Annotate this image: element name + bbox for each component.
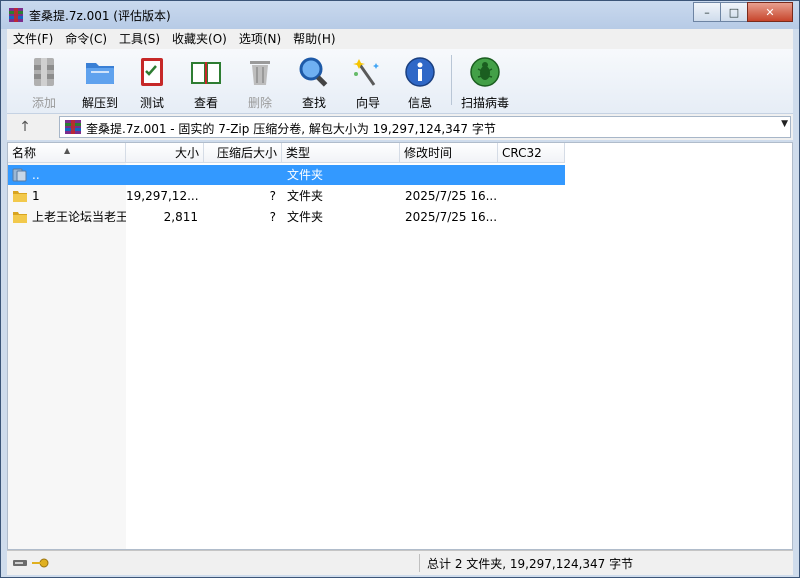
extract-to-button[interactable]: 解压到 (73, 53, 127, 111)
column-header-type[interactable]: 类型 (282, 143, 400, 163)
row-modified: 2025/7/25 16... (405, 210, 497, 224)
close-button[interactable]: ✕ (747, 2, 793, 22)
row-crc (503, 207, 563, 227)
dropdown-arrow-icon[interactable]: ▼ (781, 119, 788, 129)
window-controls: – □ ✕ (693, 2, 793, 22)
column-name-label: 名称 (12, 146, 37, 160)
maximize-button[interactable]: □ (720, 2, 748, 22)
menu-help[interactable]: 帮助(H) (287, 29, 341, 49)
extract-to-label: 解压到 (81, 96, 118, 110)
wizard-wand-icon (353, 59, 379, 86)
info-label: 信息 (407, 96, 432, 110)
table-row[interactable]: 1 19,297,12... ? 文件夹 2025/7/25 16... (8, 186, 565, 206)
row-type: 文件夹 (287, 168, 324, 182)
test-label: 测试 (139, 96, 164, 110)
address-bar: ↑ 奎桑提.7z.001 - 固实的 7-Zip 压缩分卷, 解包大小为 19,… (7, 114, 793, 140)
status-bar: 总计 2 文件夹, 19,297,124,347 字节 (7, 550, 793, 575)
menu-options[interactable]: 选项(N) (233, 29, 287, 49)
virus-scan-icon (470, 57, 500, 87)
window-title: 奎桑提.7z.001 (评估版本) (29, 9, 171, 23)
title-bar[interactable]: 奎桑提.7z.001 (评估版本) – □ ✕ (1, 1, 799, 29)
info-icon (405, 57, 435, 87)
status-summary: 总计 2 文件夹, 19,297,124,347 字节 (427, 557, 634, 571)
menu-file[interactable]: 文件(F) (7, 29, 59, 49)
row-size (126, 165, 198, 185)
row-packed: ? (269, 210, 276, 224)
list-header: 名称 ▲ 大小 压缩后大小 类型 修改时间 CRC32 (8, 143, 565, 163)
add-label: 添加 (31, 96, 56, 110)
column-header-modified[interactable]: 修改时间 (400, 143, 498, 163)
view-book-icon (191, 62, 221, 84)
row-modified: 2025/7/25 16... (405, 189, 497, 203)
column-header-crc32[interactable]: CRC32 (498, 143, 565, 163)
table-row[interactable]: 上老王论坛当老王 2,811 ? 文件夹 2025/7/25 16... (8, 207, 565, 227)
row-crc (503, 165, 563, 185)
row-size: 2,811 (163, 210, 198, 224)
app-window: 奎桑提.7z.001 (评估版本) – □ ✕ 文件(F) 命令(C) 工具(S… (0, 0, 800, 578)
extract-folder-icon (86, 63, 114, 84)
row-crc (503, 186, 563, 206)
test-button[interactable]: 测试 (125, 53, 179, 111)
row-name: .. (32, 168, 40, 182)
delete-label: 删除 (247, 96, 272, 110)
menu-favorites[interactable]: 收藏夹(O) (166, 29, 233, 49)
row-modified (405, 165, 497, 185)
row-size: 19,297,12... (126, 189, 198, 203)
file-list[interactable]: 名称 ▲ 大小 压缩后大小 类型 修改时间 CRC32 .. 文件夹 1 19,… (7, 142, 793, 550)
up-level-button[interactable]: ↑ (15, 118, 35, 136)
toolbar-separator (451, 55, 452, 105)
row-name: 上老王论坛当老王 (32, 210, 126, 224)
virus-scan-button[interactable]: 扫描病毒 (457, 53, 513, 111)
status-separator (419, 554, 420, 572)
wizard-button[interactable]: 向导 (341, 53, 395, 111)
test-checklist-icon (141, 58, 163, 86)
archive-icon (65, 120, 81, 134)
row-packed (204, 165, 276, 185)
row-type: 文件夹 (287, 189, 324, 203)
column-header-packed-size[interactable]: 压缩后大小 (204, 143, 282, 163)
column-header-size[interactable]: 大小 (126, 143, 204, 163)
add-archive-icon (34, 58, 54, 86)
view-button[interactable]: 查看 (179, 53, 233, 111)
menu-tools[interactable]: 工具(S) (113, 29, 166, 49)
folder-icon (13, 212, 27, 223)
wizard-label: 向导 (355, 96, 380, 110)
menu-bar: 文件(F) 命令(C) 工具(S) 收藏夹(O) 选项(N) 帮助(H) (7, 29, 793, 49)
row-packed: ? (269, 189, 276, 203)
path-text: 奎桑提.7z.001 - 固实的 7-Zip 压缩分卷, 解包大小为 19,29… (86, 122, 496, 136)
folder-icon (13, 191, 27, 202)
row-name: 1 (32, 189, 40, 203)
delete-button[interactable]: 删除 (233, 53, 287, 111)
add-button[interactable]: 添加 (17, 53, 71, 111)
toolbar: 添加 解压到 测试 查看 删除 查找 向导 信息 扫描病毒 (7, 49, 793, 114)
virus-scan-label: 扫描病毒 (460, 96, 509, 110)
parent-folder-icon (12, 168, 27, 182)
info-button[interactable]: 信息 (393, 53, 447, 111)
table-row[interactable]: .. 文件夹 (8, 165, 565, 185)
find-button[interactable]: 查找 (287, 53, 341, 111)
view-label: 查看 (193, 96, 218, 110)
magnifier-icon (299, 57, 328, 87)
find-label: 查找 (301, 96, 326, 110)
menu-commands[interactable]: 命令(C) (59, 29, 113, 49)
path-combobox[interactable]: 奎桑提.7z.001 - 固实的 7-Zip 压缩分卷, 解包大小为 19,29… (59, 116, 791, 138)
sort-ascending-icon: ▲ (64, 146, 71, 155)
minimize-button[interactable]: – (693, 2, 721, 22)
trash-icon (250, 61, 270, 85)
column-header-name[interactable]: 名称 ▲ (8, 143, 126, 163)
row-type: 文件夹 (287, 210, 324, 224)
drive-key-icon (13, 558, 49, 568)
winrar-app-icon[interactable] (8, 7, 24, 23)
up-arrow-icon: ↑ (19, 119, 31, 135)
